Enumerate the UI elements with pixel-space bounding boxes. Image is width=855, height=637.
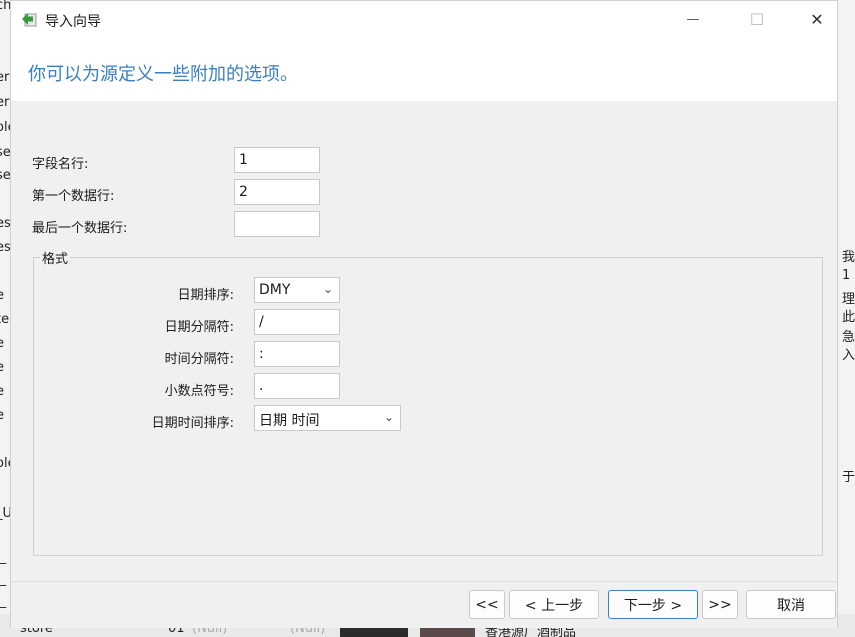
datetime-order-value: 日期 时间 (259, 413, 320, 429)
first-page-button[interactable]: << (469, 590, 505, 619)
next-button[interactable]: 下一步 > (608, 590, 698, 619)
field-name-row-input[interactable]: 1 (234, 147, 320, 173)
close-button[interactable]: ✕ (793, 1, 841, 37)
format-group-title: 格式 (40, 248, 71, 267)
bg-fragment: i_ (0, 594, 7, 609)
bg-fragment: i_ (0, 572, 7, 587)
bg-fragment: se (0, 168, 10, 183)
bg-fragment: _U (0, 506, 10, 521)
last-data-row-input[interactable] (234, 211, 320, 237)
bg-fragment: 1 (842, 268, 851, 283)
chevron-down-icon: ⌄ (383, 410, 394, 424)
options-panel: 字段名行: 1 第一个数据行: 2 最后一个数据行: 格式 日期排序: DMY … (11, 101, 837, 581)
date-order-select[interactable]: DMY ⌄ (254, 277, 340, 303)
bg-fragment: ole (0, 120, 10, 135)
bg-fragment: 于 (842, 470, 855, 485)
last-page-button[interactable]: >> (702, 590, 738, 619)
bg-fragment: er (0, 70, 10, 85)
background-app-left: ch er er ole se se es es e te e e e e ol… (0, 0, 10, 637)
bg-fragment: e (0, 360, 4, 375)
bg-fragment: e (0, 408, 4, 423)
import-wizard-icon (22, 13, 37, 27)
maximize-icon: ☐ (749, 9, 765, 29)
title-bar[interactable]: 导入向导 — ☐ ✕ (11, 1, 837, 38)
time-separator-input[interactable]: : (254, 341, 340, 367)
bg-fragment: se (0, 145, 10, 160)
bg-fragment: e (0, 336, 4, 351)
bg-fragment: 入 (842, 348, 855, 363)
wizard-footer: << < 上一步 下一步 > >> 取消 (11, 581, 837, 628)
first-data-row-label: 第一个数据行: (32, 189, 115, 204)
page-heading: 你可以为源定义一些附加的选项。 (28, 64, 298, 85)
bg-fragment: 此 (842, 310, 855, 325)
last-data-row-label: 最后一个数据行: (32, 221, 128, 236)
chevron-down-icon: ⌄ (322, 282, 333, 296)
date-separator-input[interactable]: / (254, 309, 340, 335)
bg-fragment: 理 (842, 292, 855, 307)
date-order-value: DMY (259, 282, 291, 298)
first-data-row-input[interactable]: 2 (234, 179, 320, 205)
datetime-order-select[interactable]: 日期 时间 ⌄ (254, 405, 401, 431)
bg-fragment: e (0, 384, 4, 399)
minimize-button[interactable]: — (669, 1, 717, 37)
decimal-symbol-label: 小数点符号: (164, 384, 234, 399)
bg-fragment: es (0, 240, 10, 255)
bg-fragment: ole (0, 456, 10, 471)
date-order-label: 日期排序: (177, 288, 234, 303)
cancel-button[interactable]: 取消 (746, 590, 836, 619)
background-app-right: 我 1 理 此 急 入 于 (838, 0, 855, 637)
bg-fragment: 急 (842, 330, 855, 345)
datetime-order-label: 日期时间排序: (151, 416, 234, 431)
previous-button[interactable]: < 上一步 (509, 590, 599, 619)
bg-fragment: er (0, 95, 10, 110)
bg-fragment: e (0, 288, 4, 303)
bg-fragment: ch (0, 0, 10, 13)
bg-fragment: te (0, 312, 10, 327)
decimal-symbol-input[interactable]: . (254, 373, 340, 399)
minimize-icon: — (686, 11, 700, 27)
bg-fragment: 我 (842, 250, 855, 265)
time-separator-label: 时间分隔符: (164, 352, 234, 367)
import-wizard-dialog: 导入向导 — ☐ ✕ 你可以为源定义一些附加的选项。 字段名行: 1 第一个数据… (10, 0, 838, 628)
bg-fragment: i_ (0, 550, 7, 565)
bg-fragment: es (0, 216, 10, 231)
window-title: 导入向导 (45, 14, 101, 30)
field-name-row-label: 字段名行: (32, 157, 89, 172)
maximize-button[interactable]: ☐ (733, 1, 781, 37)
date-separator-label: 日期分隔符: (164, 320, 234, 335)
format-group: 格式 日期排序: DMY ⌄ 日期分隔符: / 时间分隔符: : 小数点符号: … (33, 248, 823, 556)
close-icon: ✕ (810, 9, 824, 29)
